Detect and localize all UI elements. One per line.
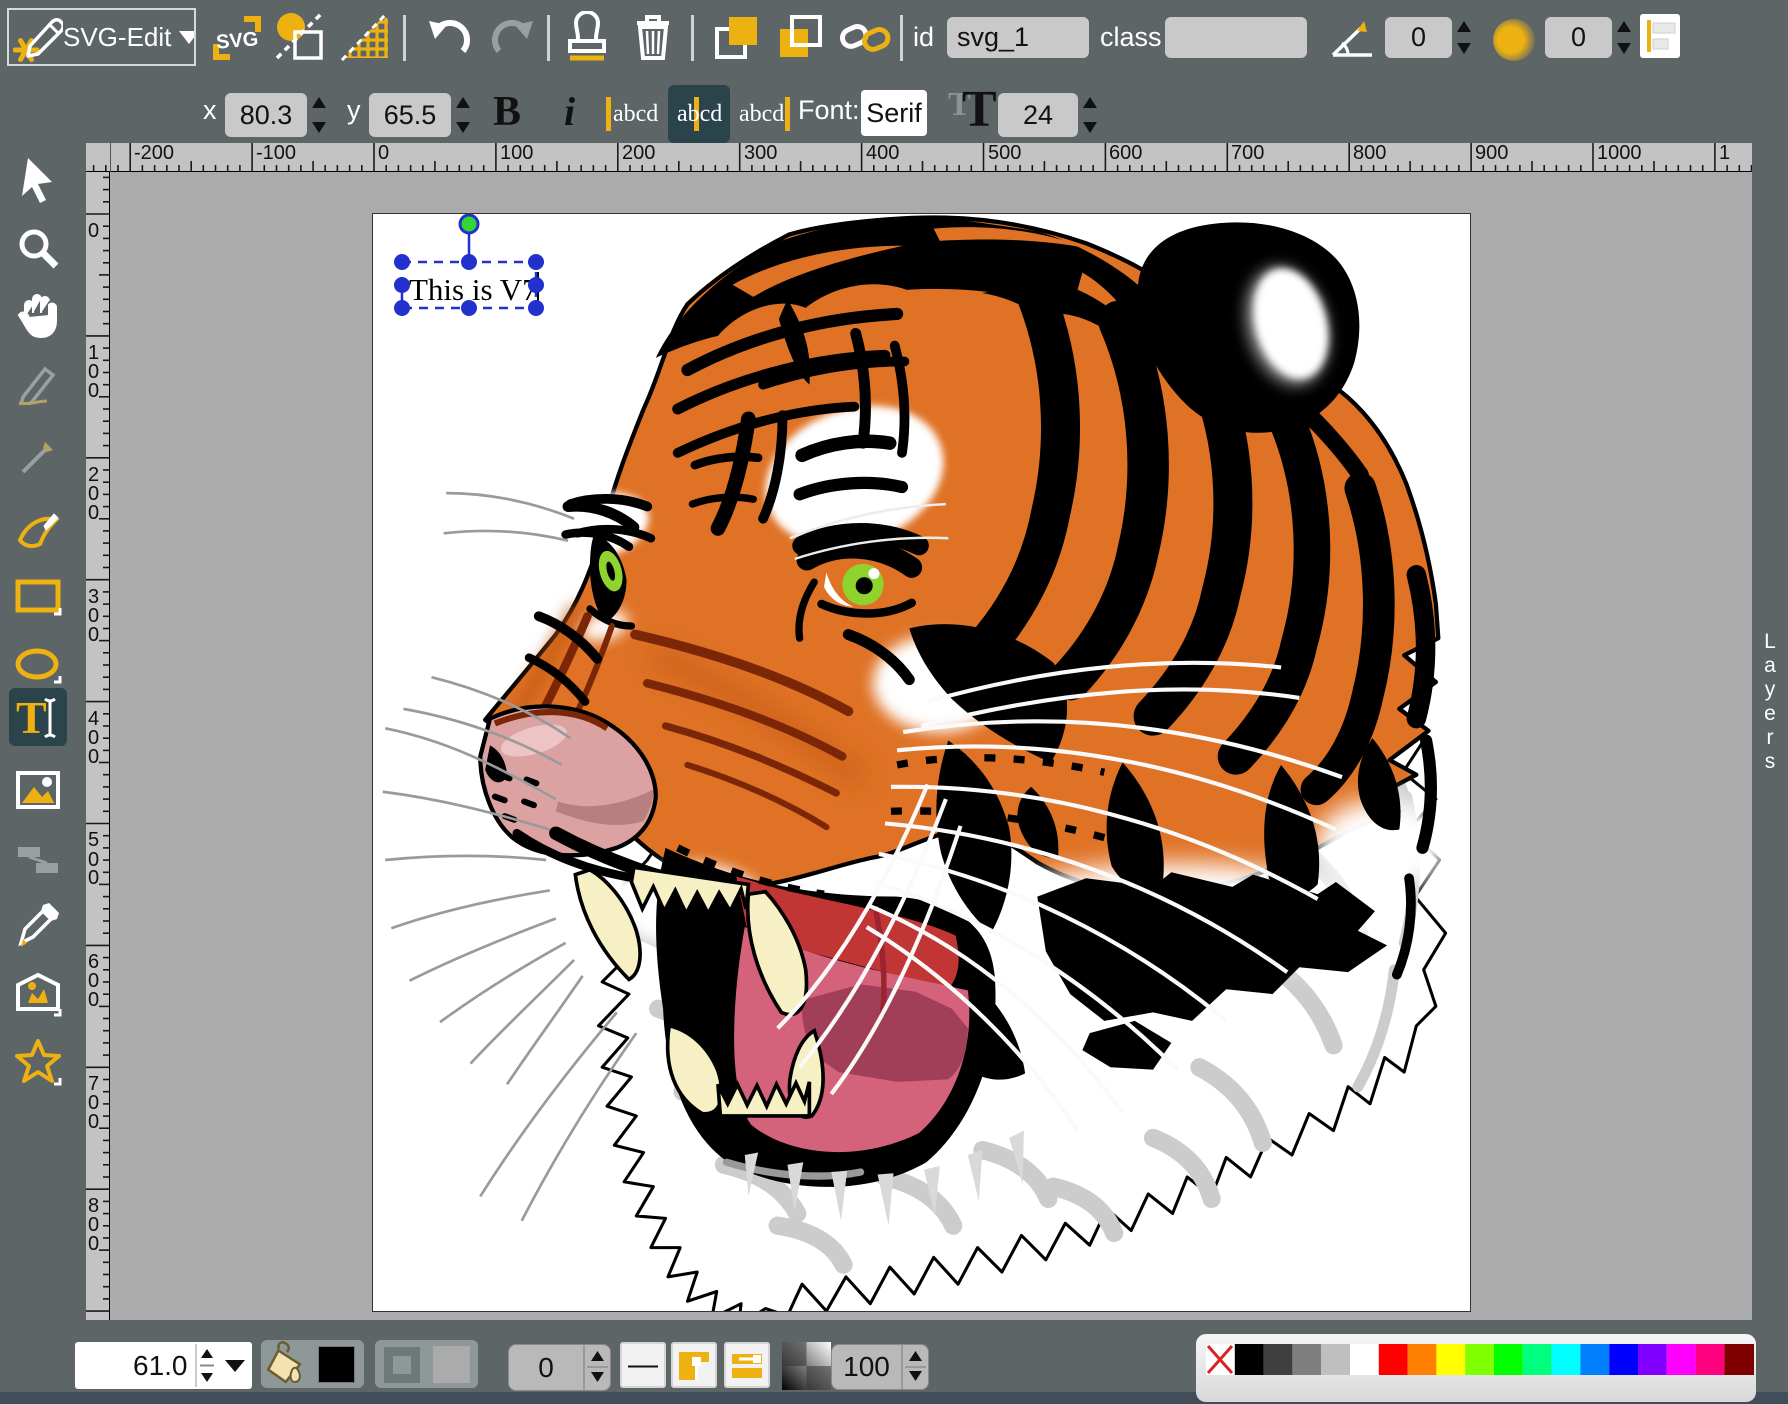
svg-text:-200: -200 bbox=[134, 143, 174, 164]
svg-text:5: 5 bbox=[88, 829, 99, 851]
svg-text:SVG: SVG bbox=[215, 28, 259, 54]
svg-text:0: 0 bbox=[378, 143, 389, 164]
svg-text:T: T bbox=[16, 693, 47, 741]
svg-text:800: 800 bbox=[1353, 143, 1386, 164]
svg-text:0: 0 bbox=[88, 220, 99, 242]
svg-text:700: 700 bbox=[1231, 143, 1264, 164]
svg-text:200: 200 bbox=[622, 143, 655, 164]
svg-text:900: 900 bbox=[1475, 143, 1508, 164]
svg-text:1000: 1000 bbox=[1597, 143, 1642, 164]
svg-text:0: 0 bbox=[88, 380, 99, 402]
svg-text:0: 0 bbox=[88, 502, 99, 524]
svg-text:-100: -100 bbox=[256, 143, 296, 164]
svg-text:600: 600 bbox=[1109, 143, 1142, 164]
svg-text:0: 0 bbox=[88, 624, 99, 646]
svg-text:0: 0 bbox=[88, 1111, 99, 1133]
svg-text:0: 0 bbox=[88, 989, 99, 1011]
svg-text:0: 0 bbox=[88, 746, 99, 768]
svg-text:500: 500 bbox=[988, 143, 1021, 164]
svg-text:0: 0 bbox=[88, 1233, 99, 1255]
svg-text:0: 0 bbox=[88, 867, 99, 889]
svg-text:100: 100 bbox=[500, 143, 533, 164]
svg-text:400: 400 bbox=[866, 143, 899, 164]
svg-text:1: 1 bbox=[1719, 143, 1730, 164]
svg-text:300: 300 bbox=[744, 143, 777, 164]
